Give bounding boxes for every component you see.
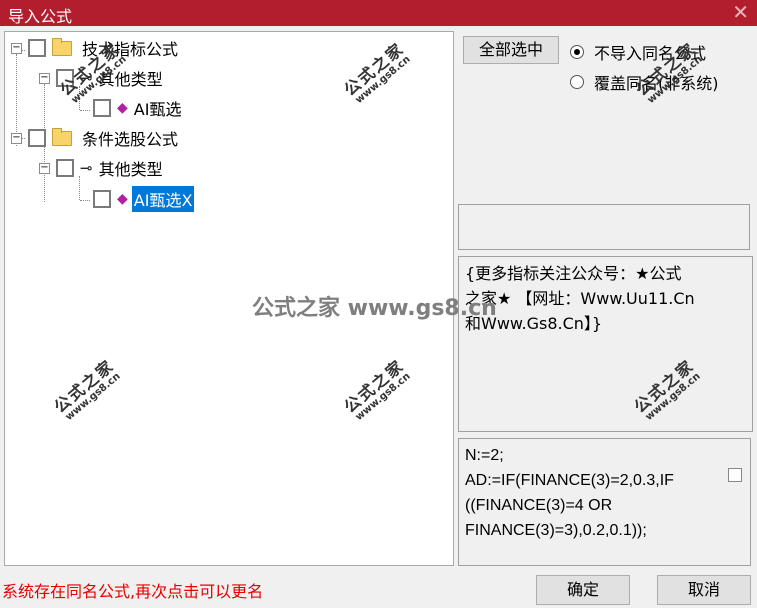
code-line: FINANCE(3)=3),0.2,0.1)); — [465, 522, 647, 539]
node-label: 其他类型 — [98, 160, 163, 179]
tree-node-condition[interactable]: − 条件选股公式 — [11, 125, 180, 151]
tree-node-other-type-2[interactable]: − ⊸ 其他类型 — [39, 155, 165, 181]
tree-node-technical[interactable]: − 技术指标公式 — [11, 35, 180, 61]
radio-skip-duplicates[interactable]: 不导入同名公式 — [570, 40, 706, 64]
tree-node-ai-select-x[interactable]: ◆ AI甄选X — [93, 186, 195, 212]
folder-icon — [52, 127, 72, 146]
key-icon: ⊸ — [80, 159, 93, 177]
formula-icon: ◆ — [117, 100, 128, 116]
option-checkbox[interactable] — [728, 468, 742, 482]
code-line: AD:=IF(FINANCE(3)=2,0.3,IF — [465, 472, 674, 489]
node-label: 其他类型 — [98, 70, 163, 89]
select-all-button[interactable]: 全部选中 — [463, 36, 559, 64]
radio-button[interactable] — [570, 45, 584, 59]
description-line: {更多指标关注公众号：★公式 — [465, 264, 682, 283]
radio-button[interactable] — [570, 75, 584, 89]
radio-label: 覆盖同名(非系统) — [594, 74, 719, 93]
description-line: 之家★ 【网址：Www.Uu11.Cn — [465, 289, 695, 308]
formula-code-panel[interactable]: N:=2; AD:=IF(FINANCE(3)=2,0.3,IF ((FINAN… — [458, 438, 751, 566]
cancel-button[interactable]: 取消 — [657, 575, 751, 605]
node-checkbox[interactable] — [28, 39, 46, 57]
collapse-icon[interactable]: − — [39, 162, 50, 174]
key-icon: ⊸ — [80, 69, 93, 87]
status-message: 系统存在同名公式,再次点击可以更名 — [2, 582, 264, 601]
tree-node-other-type[interactable]: − ⊸ 其他类型 — [39, 65, 165, 91]
node-checkbox[interactable] — [93, 190, 111, 208]
node-label: AI甄选 — [133, 100, 182, 119]
description-panel: {更多指标关注公众号：★公式 之家★ 【网址：Www.Uu11.Cn 和Www.… — [458, 256, 753, 432]
collapse-icon[interactable]: − — [39, 72, 50, 84]
tree-line — [80, 200, 90, 201]
code-line: N:=2; — [465, 447, 504, 464]
radio-overwrite-duplicates[interactable]: 覆盖同名(非系统) — [570, 70, 719, 94]
node-label: 条件选股公式 — [82, 130, 179, 149]
radio-label: 不导入同名公式 — [594, 44, 707, 63]
window-title: 导入公式 — [8, 7, 73, 26]
close-icon[interactable]: ✕ — [732, 1, 749, 23]
tree-line — [80, 110, 90, 111]
node-checkbox[interactable] — [93, 99, 111, 117]
formula-icon: ◆ — [117, 191, 128, 207]
ok-button[interactable]: 确定 — [536, 575, 630, 605]
formula-tree[interactable]: − 技术指标公式 − ⊸ 其他类型 ◆ AI甄选 − 条件选股公式 − ⊸ 其他… — [4, 31, 454, 566]
title-bar: 导入公式 ✕ — [0, 0, 757, 26]
node-checkbox[interactable] — [56, 69, 74, 87]
node-label: 技术指标公式 — [82, 40, 179, 59]
node-checkbox[interactable] — [56, 159, 74, 177]
code-line: ((FINANCE(3)=4 OR — [465, 497, 613, 514]
node-label-selected: AI甄选X — [131, 186, 195, 212]
tree-node-ai-select[interactable]: ◆ AI甄选 — [93, 95, 183, 121]
empty-field — [458, 204, 750, 250]
node-checkbox[interactable] — [28, 129, 46, 147]
folder-icon — [52, 37, 72, 56]
collapse-icon[interactable]: − — [11, 132, 22, 144]
description-line: 和Www.Gs8.Cn】} — [465, 314, 603, 333]
collapse-icon[interactable]: − — [11, 42, 22, 54]
